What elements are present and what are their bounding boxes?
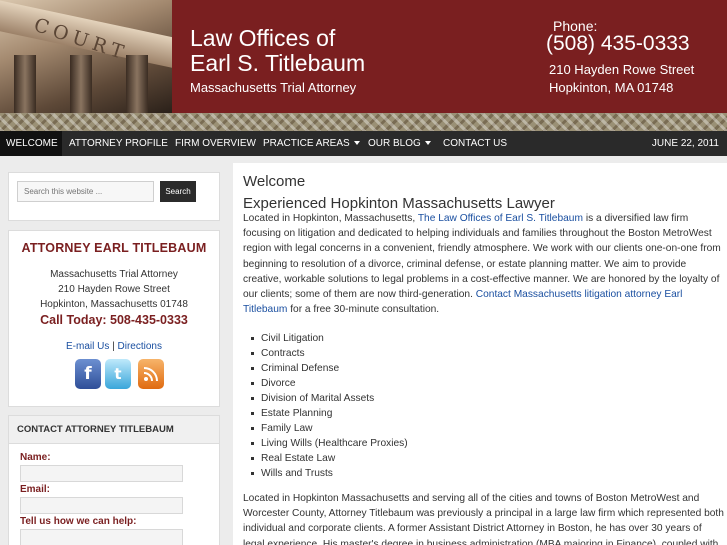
- message-field[interactable]: [20, 529, 183, 545]
- message-label: Tell us how we can help:: [20, 516, 137, 527]
- nav-welcome[interactable]: WELCOME: [0, 131, 62, 156]
- contact-links: E-mail Us | Directions: [9, 341, 219, 352]
- list-item: Family Law: [251, 421, 408, 436]
- email-us-link[interactable]: E-mail Us: [66, 341, 109, 352]
- list-item: Estate Planning: [251, 406, 408, 421]
- chevron-down-icon: [424, 141, 431, 146]
- attorney-city: Hopkinton, Massachusetts 01748: [40, 299, 188, 310]
- facebook-icon[interactable]: f: [75, 359, 101, 389]
- nav-our-blog[interactable]: OUR BLOG: [362, 131, 437, 156]
- directions-link[interactable]: Directions: [118, 341, 162, 352]
- list-item: Contracts: [251, 346, 408, 361]
- nav-attorney-profile-label: ATTORNEY PROFILE: [69, 138, 168, 149]
- twitter-icon[interactable]: t: [105, 359, 131, 389]
- rss-icon[interactable]: [138, 359, 164, 389]
- name-label: Name:: [20, 452, 51, 463]
- main-content: Welcome Experienced Hopkinton Massachuse…: [233, 163, 727, 545]
- call-today-phone: Call Today: 508-435-0333: [40, 313, 188, 327]
- attorney-role: Massachusetts Trial Attorney: [50, 269, 178, 280]
- attorney-street: 210 Hayden Rowe Street: [58, 284, 170, 295]
- page: COURT Law Offices of Earl S. Titlebaum M…: [0, 0, 727, 545]
- firm-link[interactable]: The Law Offices of Earl S. Titlebaum: [418, 213, 583, 224]
- nav-attorney-profile[interactable]: ATTORNEY PROFILE: [63, 131, 174, 156]
- current-date: JUNE 22, 2011: [651, 138, 719, 149]
- name-field[interactable]: [20, 465, 183, 482]
- contact-form-widget: CONTACT ATTORNEY TITLEBAUM Name: Email: …: [8, 415, 220, 545]
- main-heading: Experienced Hopkinton Massachusetts Lawy…: [243, 195, 555, 212]
- list-item: Divorce: [251, 376, 408, 391]
- nav-firm-overview[interactable]: FIRM OVERVIEW: [169, 131, 262, 156]
- header-phone-number: (508) 435-0333: [546, 32, 690, 55]
- main-nav: WELCOME ATTORNEY PROFILE FIRM OVERVIEW P…: [0, 131, 727, 156]
- nav-contact-us-label: CONTACT US: [443, 138, 508, 149]
- practice-areas-list: Civil Litigation Contracts Criminal Defe…: [251, 331, 408, 481]
- nav-contact-us[interactable]: CONTACT US: [437, 131, 513, 156]
- link-separator: |: [112, 341, 115, 352]
- header-street-address: 210 Hayden Rowe Street: [549, 62, 695, 77]
- attorney-info-widget: ATTORNEY EARL TITLEBAUM Massachusetts Tr…: [8, 230, 220, 407]
- list-item: Wills and Trusts: [251, 466, 408, 481]
- firm-tagline: Massachusetts Trial Attorney: [190, 80, 357, 95]
- list-item: Living Wills (Healthcare Proxies): [251, 438, 408, 449]
- firm-name-line1: Law Offices of: [190, 25, 336, 51]
- intro-prefix: Located in Hopkinton, Massachusetts,: [243, 213, 416, 224]
- intro-body: is a diversified law firm focusing on li…: [243, 213, 721, 301]
- search-widget: Search: [8, 172, 220, 221]
- list-item: Criminal Defense: [251, 361, 408, 376]
- rss-glyph: [143, 367, 158, 382]
- email-label: Email:: [20, 484, 51, 495]
- attorney-widget-title: ATTORNEY EARL TITLEBAUM: [21, 241, 207, 255]
- courthouse-photo: COURT: [0, 0, 172, 113]
- header-city-address: Hopkinton, MA 01748: [549, 80, 674, 95]
- list-item: Real Estate Law: [251, 451, 408, 466]
- email-field[interactable]: [20, 497, 183, 514]
- contact-form-title: CONTACT ATTORNEY TITLEBAUM: [9, 416, 219, 444]
- nav-practice-areas-label: PRACTICE AREAS: [263, 138, 350, 149]
- search-input[interactable]: [17, 181, 154, 202]
- nav-our-blog-label: OUR BLOG: [368, 138, 421, 149]
- list-item: Division of Marital Assets: [251, 391, 408, 406]
- nav-practice-areas[interactable]: PRACTICE AREAS: [257, 131, 366, 156]
- decorative-pattern-strip: [0, 113, 727, 131]
- site-header: COURT Law Offices of Earl S. Titlebaum M…: [0, 0, 727, 113]
- second-paragraph: Located in Hopkinton Massachusetts and s…: [243, 493, 724, 545]
- nav-firm-overview-label: FIRM OVERVIEW: [175, 138, 256, 149]
- intro-suffix: for a free 30-minute consultation.: [290, 304, 440, 316]
- nav-welcome-label: WELCOME: [6, 138, 58, 149]
- search-button[interactable]: Search: [160, 181, 196, 202]
- intro-paragraph: Located in Hopkinton, Massachusetts, The…: [243, 211, 725, 317]
- firm-name[interactable]: Law Offices of Earl S. Titlebaum: [190, 26, 365, 76]
- firm-name-line2: Earl S. Titlebaum: [190, 50, 366, 76]
- page-title: Welcome: [243, 173, 306, 190]
- chevron-down-icon: [353, 141, 360, 146]
- list-item: Civil Litigation: [251, 331, 408, 346]
